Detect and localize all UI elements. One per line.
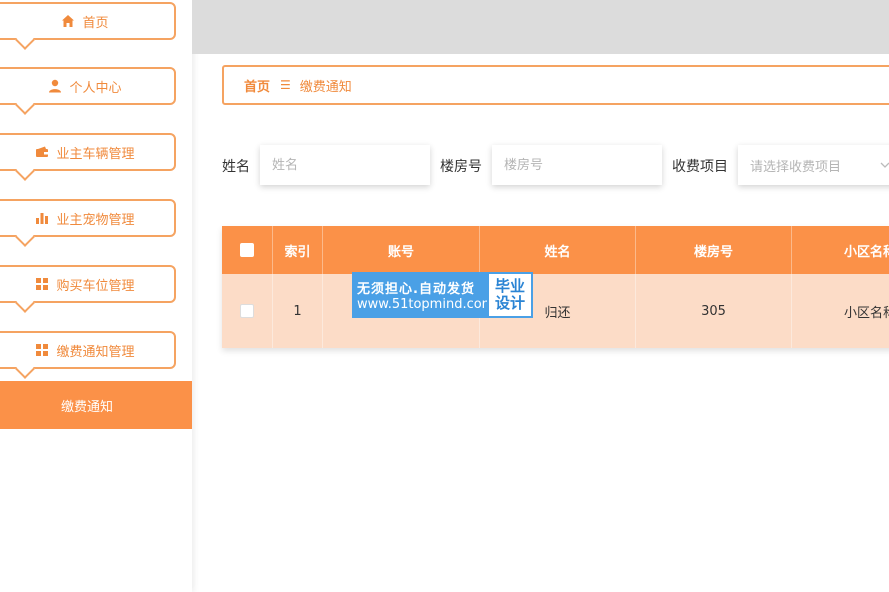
sidebar-item-profile[interactable]: 个人中心 [0,67,176,115]
sidebar-item-fee-notice[interactable]: 缴费通知管理 [0,331,176,379]
fee-item-label: 收费项目 [672,159,728,175]
fee-item-select[interactable]: 请选择收费项目 [738,145,889,185]
sidebar: 首页 个人中心 业主车辆管理 业主宠物管理 购买车位管理 缴费通知管理 缴费通知 [0,0,192,592]
sidebar-item-label: 首页 [82,15,109,31]
sidebar-item-label: 业主车辆管理 [56,146,135,162]
sidebar-item-label: 个人中心 [69,80,122,96]
breadcrumb-home[interactable]: 首页 [244,76,270,95]
watermark-line2: www.51topmind.com [357,297,495,312]
header-name[interactable]: 姓名 [480,226,636,274]
chevron-down-icon [880,158,889,173]
breadcrumb-current: 缴费通知 [299,79,352,95]
watermark-line1: 无须担心.自动发货 [357,282,475,297]
sidebar-item-label: 缴费通知管理 [56,344,135,360]
cell-room: 305 [636,274,792,348]
cell-community: 小区名称 [843,305,889,321]
header-community[interactable]: 小区名称 [792,226,889,274]
home-icon [61,14,75,28]
name-label: 姓名 [222,159,250,175]
watermark-banner: 无须担心.自动发货 www.51topmind.com 毕业 设计 [352,272,533,318]
bar-chart-icon [35,211,49,225]
sidebar-item-pets[interactable]: 业主宠物管理 [0,199,176,247]
sidebar-item-label: 购买车位管理 [56,278,135,294]
room-label: 楼房号 [440,159,482,175]
name-input[interactable] [260,145,430,185]
select-all-cell [222,226,273,274]
room-input[interactable] [492,145,662,185]
watermark-badge2: 设计 [494,294,525,312]
header-index[interactable]: 索引 [273,226,323,274]
breadcrumb: 首页 ☰ 缴费通知 [222,65,889,105]
select-all-checkbox[interactable] [240,243,254,257]
fee-item-select-placeholder: 请选择收费项目 [750,159,842,175]
table-header: 索引 账号 姓名 楼房号 小区名称 [222,226,889,274]
watermark-badge: 毕业 设计 [487,272,533,318]
top-bar [192,0,889,54]
breadcrumb-separator-icon: ☰ [280,78,291,92]
data-table: 索引 账号 姓名 楼房号 小区名称 1 归还 305 小区名称 [222,226,889,348]
sidebar-item-parking[interactable]: 购买车位管理 [0,265,176,313]
sidebar-item-home[interactable]: 首页 [0,2,176,50]
wallet-icon [35,145,49,159]
table-row[interactable]: 1 归还 305 小区名称 [222,274,889,348]
sidebar-item-label: 业主宠物管理 [56,212,135,228]
header-account[interactable]: 账号 [323,226,480,274]
sidebar-subitem-fee-notice[interactable]: 缴费通知 [0,381,192,429]
grid-icon [35,343,49,357]
sidebar-item-vehicles[interactable]: 业主车辆管理 [0,133,176,181]
row-select-cell [222,274,273,348]
row-checkbox[interactable] [240,304,254,318]
grid-icon [35,277,49,291]
watermark-badge1: 毕业 [494,277,525,295]
cell-index: 1 [273,274,323,348]
user-icon [48,79,62,93]
watermark-text: 无须担心.自动发货 www.51topmind.com [352,272,495,318]
header-room[interactable]: 楼房号 [636,226,792,274]
